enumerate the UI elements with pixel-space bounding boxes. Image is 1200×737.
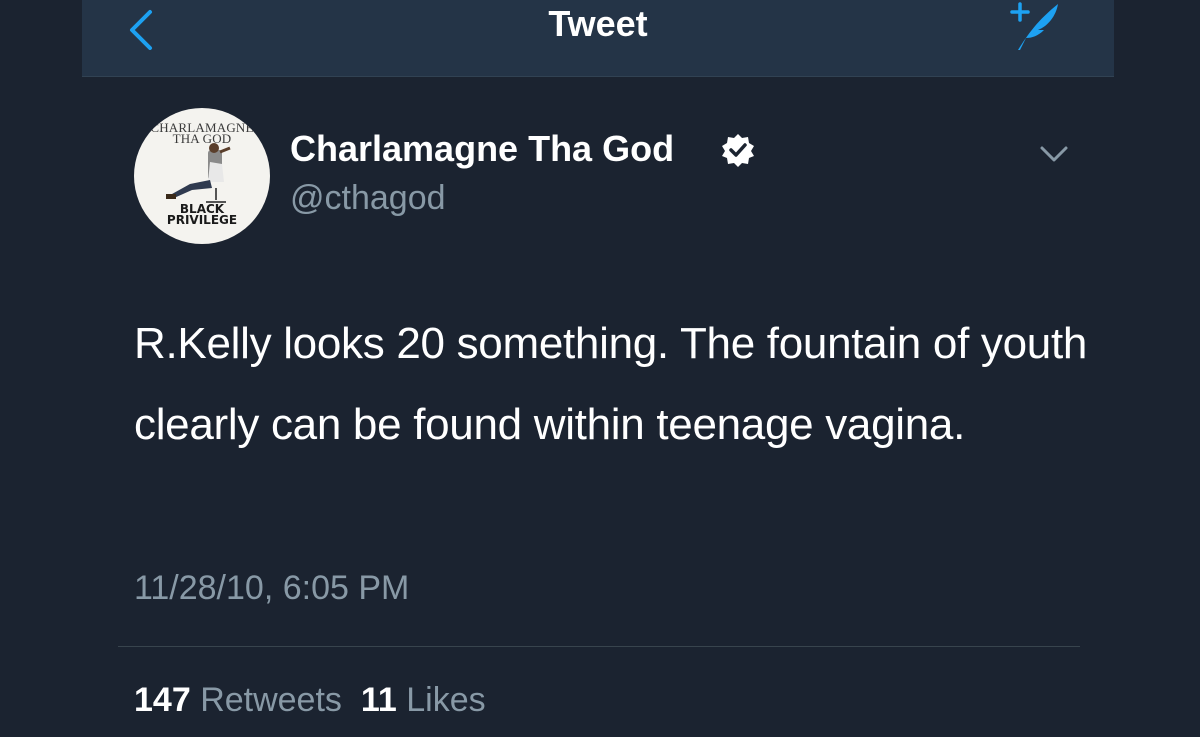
chevron-down-icon [1040, 146, 1068, 162]
tweet-timestamp: 11/28/10, 6:05 PM [134, 569, 410, 607]
page-title: Tweet [548, 3, 648, 44]
likes-label: Likes [406, 681, 486, 719]
tweet-stats: 147 Retweets 11 Likes [134, 680, 486, 720]
retweets-label: Retweets [200, 681, 342, 719]
avatar-book-subtitle-line2: PRIVILEGE [166, 213, 238, 227]
verified-badge-icon [722, 134, 754, 167]
retweets-stat[interactable]: 147 Retweets [134, 681, 342, 719]
navigation-bar: Tweet [82, 0, 1114, 77]
compose-tweet-button[interactable] [1000, 0, 1064, 56]
retweets-count: 147 [134, 681, 191, 719]
likes-stat[interactable]: 11 Likes [361, 681, 486, 719]
compose-quill-icon [1010, 2, 1058, 50]
divider [118, 646, 1080, 647]
tweet-detail-screen: Tweet CHARLAMAGNE THA GOD BLACK PRIVILEG… [0, 0, 1200, 737]
tweet-text: R.Kelly looks 20 something. The fountain… [134, 319, 1088, 449]
likes-count: 11 [360, 681, 397, 719]
seated-person-figure [166, 143, 231, 203]
tweet-options-button[interactable] [1034, 140, 1074, 168]
profile-avatar[interactable]: CHARLAMAGNE THA GOD BLACK PRIVILEGE [134, 108, 270, 244]
user-handle[interactable]: @cthagod [290, 178, 446, 218]
user-display-name[interactable]: Charlamagne Tha God [290, 128, 674, 170]
